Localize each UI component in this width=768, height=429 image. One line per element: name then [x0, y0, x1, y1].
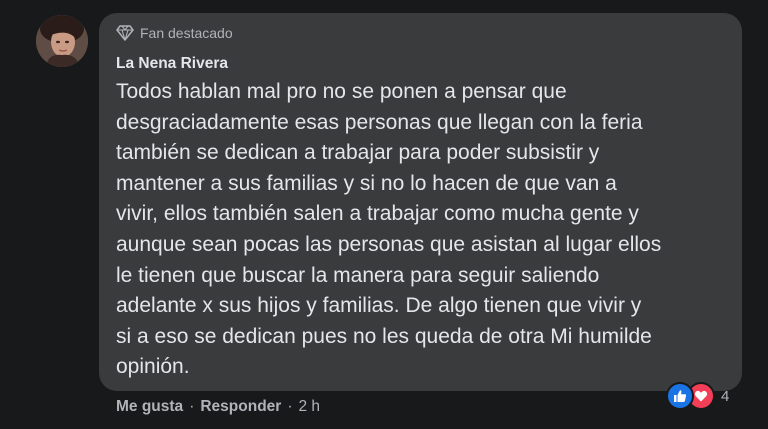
timestamp[interactable]: 2 h — [299, 398, 321, 416]
reaction-count: 4 — [721, 387, 730, 405]
avatar-image — [36, 15, 88, 67]
comment-bubble: Fan destacado La Nena Rivera Todos habla… — [99, 13, 742, 391]
like-button[interactable]: Me gusta — [116, 398, 183, 416]
avatar[interactable] — [36, 15, 88, 67]
reactions-summary[interactable]: 4 — [666, 382, 729, 410]
separator: · — [189, 398, 195, 415]
like-icon — [666, 382, 694, 410]
comment-text: Todos hablan mal pro no se ponen a pensa… — [116, 80, 662, 379]
top-fan-badge[interactable]: Fan destacado — [116, 25, 233, 41]
reply-button[interactable]: Responder — [200, 398, 281, 416]
diamond-icon — [116, 25, 134, 41]
comment-actions: Me gusta · Responder · 2 h — [116, 398, 320, 416]
author-name[interactable]: La Nena Rivera — [116, 55, 228, 73]
separator: · — [287, 398, 293, 415]
comment-thread: Fan destacado La Nena Rivera Todos habla… — [0, 0, 768, 429]
badge-label: Fan destacado — [140, 25, 233, 41]
